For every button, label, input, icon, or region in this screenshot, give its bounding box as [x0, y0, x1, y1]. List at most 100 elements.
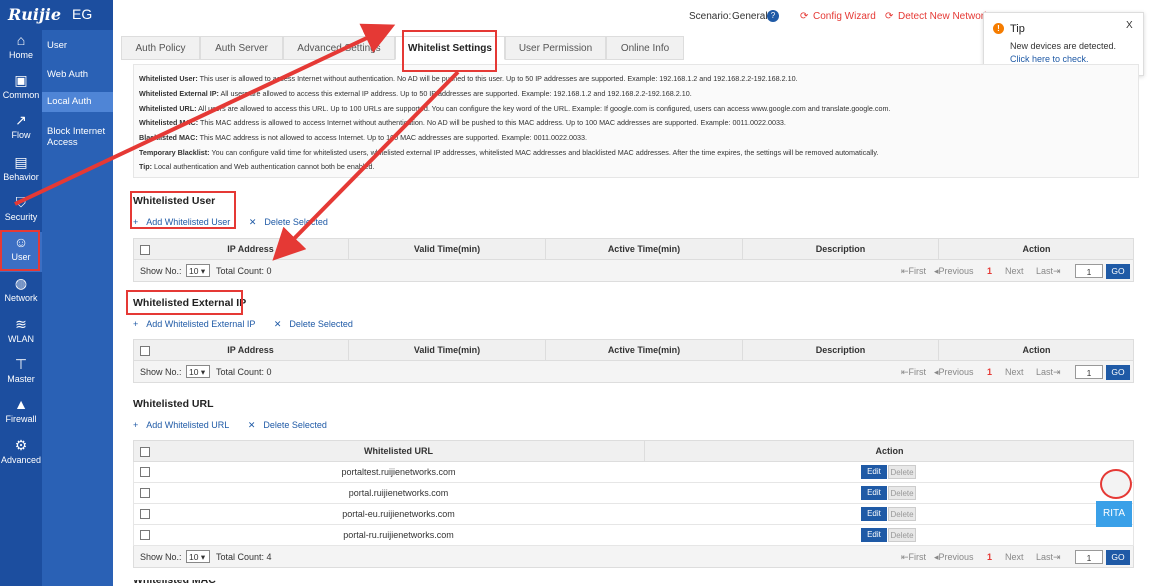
- add-whitelisted-url-button[interactable]: + Add Whitelisted URL: [133, 420, 237, 430]
- edit-button[interactable]: Edit: [861, 507, 887, 521]
- table-row: portal-ru.ruijienetworks.com Edit Delete: [133, 525, 1134, 546]
- previous-page-link[interactable]: ◂Previous: [934, 367, 974, 378]
- current-page: 1: [987, 266, 993, 276]
- col-active-time: Active Time(min): [545, 239, 742, 259]
- col-ip-address: IP Address: [227, 244, 274, 254]
- info-box: Whitelisted User: This user is allowed t…: [133, 64, 1139, 178]
- url-pager: Show No.: 10 ▾ Total Count: 4 ⇤First ◂Pr…: [133, 546, 1134, 568]
- edit-button[interactable]: Edit: [861, 486, 887, 500]
- url-cell: portal-ru.ruijienetworks.com: [343, 530, 454, 540]
- total-count: Total Count: 4: [216, 552, 272, 562]
- close-icon: ✕: [247, 420, 256, 430]
- nav-common[interactable]: ▣ Common: [0, 70, 42, 110]
- tab-online-info[interactable]: Online Info: [606, 36, 684, 60]
- last-page-link[interactable]: Last⇥: [1036, 367, 1061, 378]
- select-all-checkbox[interactable]: [140, 447, 150, 457]
- show-no-label: Show No.:: [140, 266, 182, 276]
- nav-flow[interactable]: ↗ Flow: [0, 110, 42, 150]
- select-all-checkbox[interactable]: [140, 245, 150, 255]
- page-input[interactable]: 1: [1075, 365, 1103, 379]
- rita-assistant[interactable]: RITA: [1096, 465, 1136, 530]
- highlight-box: [0, 230, 40, 271]
- close-icon: ✕: [248, 217, 257, 227]
- nav-security[interactable]: ⛉ Security: [0, 192, 42, 232]
- page-size-select[interactable]: 10 ▾: [186, 365, 210, 378]
- row-checkbox[interactable]: [140, 530, 150, 540]
- next-page-link[interactable]: Next: [1005, 552, 1024, 562]
- page-input[interactable]: 1: [1075, 550, 1103, 564]
- page-size-select[interactable]: 10 ▾: [186, 264, 210, 277]
- delete-button[interactable]: Delete: [888, 528, 916, 542]
- brand-logo: Ruijie: [8, 5, 62, 24]
- tab-auth-policy[interactable]: Auth Policy: [121, 36, 200, 60]
- plus-icon: +: [133, 420, 139, 430]
- nav-advanced[interactable]: ⚙ Advanced: [0, 435, 42, 475]
- delete-button[interactable]: Delete: [888, 465, 916, 479]
- last-page-link[interactable]: Last⇥: [1036, 266, 1061, 277]
- table-row: portal.ruijienetworks.com Edit Delete: [133, 483, 1134, 504]
- section-title-whitelisted-url: Whitelisted URL: [133, 398, 214, 410]
- delete-selected-url-button[interactable]: ✕ Delete Selected: [248, 420, 335, 430]
- previous-page-link[interactable]: ◂Previous: [934, 266, 974, 277]
- info-line: Temporary Blacklist: You can configure v…: [139, 148, 879, 157]
- tab-user-permission[interactable]: User Permission: [505, 36, 606, 60]
- next-page-link[interactable]: Next: [1005, 266, 1024, 276]
- delete-selected-user-button[interactable]: ✕ Delete Selected: [249, 217, 336, 227]
- next-page-link[interactable]: Next: [1005, 367, 1024, 377]
- select-all-checkbox[interactable]: [140, 346, 150, 356]
- extip-actions: + Add Whitelisted External IP ✕ Delete Sel…: [133, 319, 369, 330]
- firewall-icon: ▲: [14, 396, 28, 412]
- edit-button[interactable]: Edit: [861, 465, 887, 479]
- mascot-icon: [1100, 469, 1132, 499]
- nav-master[interactable]: ⊤ Master: [0, 354, 42, 394]
- home-icon: ⌂: [16, 32, 26, 48]
- subnav-user[interactable]: User: [42, 40, 113, 51]
- nav-firewall[interactable]: ▲ Firewall: [0, 394, 42, 434]
- delete-selected-extip-button[interactable]: ✕ Delete Selected: [274, 319, 361, 329]
- first-page-link[interactable]: ⇤First: [901, 552, 926, 563]
- nav-network[interactable]: ◍ Network: [0, 273, 42, 313]
- col-valid-time: Valid Time(min): [348, 340, 545, 360]
- tip-close-button[interactable]: X: [1126, 20, 1133, 31]
- tip-check-link[interactable]: Click here to check.: [1010, 54, 1089, 64]
- row-checkbox[interactable]: [140, 488, 150, 498]
- page-input[interactable]: 1: [1075, 264, 1103, 278]
- wifi-icon: ≋: [15, 316, 27, 332]
- go-button[interactable]: GO: [1106, 550, 1130, 565]
- subnav-block-internet-access[interactable]: Block Internet Access: [42, 126, 110, 148]
- user-pager: Show No.: 10 ▾ Total Count: 0 ⇤First ◂Pr…: [133, 260, 1134, 282]
- warning-icon: !: [993, 23, 1004, 34]
- delete-button[interactable]: Delete: [888, 507, 916, 521]
- nav-home[interactable]: ⌂ Home: [0, 30, 42, 70]
- delete-button[interactable]: Delete: [888, 486, 916, 500]
- user-table-header: IP Address Valid Time(min) Active Time(m…: [133, 238, 1134, 260]
- url-cell: portal.ruijienetworks.com: [348, 488, 449, 498]
- last-page-link[interactable]: Last⇥: [1036, 552, 1061, 563]
- scenario-value[interactable]: General: [732, 11, 768, 22]
- row-checkbox[interactable]: [140, 509, 150, 519]
- info-line: Whitelisted User: This user is allowed t…: [139, 74, 798, 83]
- product-name: EG: [72, 6, 93, 22]
- tab-advanced-settings[interactable]: Advanced Settings: [283, 36, 395, 60]
- table-row: portal-eu.ruijienetworks.com Edit Delete: [133, 504, 1134, 525]
- tab-auth-server[interactable]: Auth Server: [200, 36, 283, 60]
- subnav-local-auth[interactable]: Local Auth: [42, 92, 113, 112]
- nav-behavior[interactable]: ▤ Behavior: [0, 152, 42, 192]
- detect-network-icon: ⟳: [885, 11, 894, 22]
- go-button[interactable]: GO: [1106, 365, 1130, 380]
- first-page-link[interactable]: ⇤First: [901, 266, 926, 277]
- add-whitelisted-external-ip-button[interactable]: + Add Whitelisted External IP: [133, 319, 263, 329]
- go-button[interactable]: GO: [1106, 264, 1130, 279]
- row-checkbox[interactable]: [140, 467, 150, 477]
- edit-button[interactable]: Edit: [861, 528, 887, 542]
- detect-network-link[interactable]: Detect New Network: [898, 11, 989, 22]
- previous-page-link[interactable]: ◂Previous: [934, 552, 974, 563]
- url-cell: portaltest.ruijienetworks.com: [341, 467, 456, 477]
- col-description: Description: [742, 239, 938, 259]
- help-icon[interactable]: ?: [767, 10, 779, 22]
- page-size-select[interactable]: 10 ▾: [186, 550, 210, 563]
- first-page-link[interactable]: ⇤First: [901, 367, 926, 378]
- nav-wlan[interactable]: ≋ WLAN: [0, 314, 42, 354]
- subnav-web-auth[interactable]: Web Auth: [42, 69, 113, 80]
- config-wizard-link[interactable]: Config Wizard: [813, 11, 876, 22]
